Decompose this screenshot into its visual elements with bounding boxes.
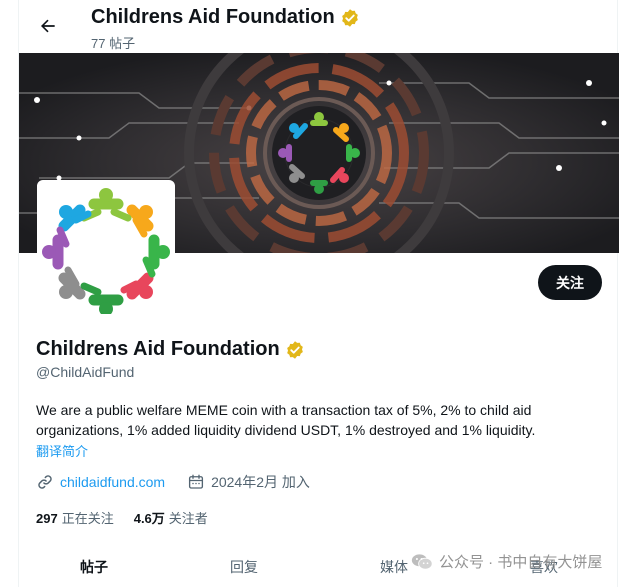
translate-bio-link[interactable]: 翻译简介 xyxy=(36,441,88,460)
tab-posts[interactable]: 帖子 xyxy=(19,545,169,587)
follow-button[interactable]: 关注 xyxy=(538,265,602,300)
following-count: 297 xyxy=(36,511,58,526)
profile-meta: childaidfund.com 2024年2月 加入 xyxy=(36,472,310,492)
profile-handle: @ChildAidFund xyxy=(36,364,135,380)
followers-label: 关注者 xyxy=(168,511,208,526)
header-title-text: Childrens Aid Foundation xyxy=(91,6,335,28)
avatar[interactable] xyxy=(37,180,175,318)
join-date: 2024年2月 加入 xyxy=(211,474,310,490)
avatar-logo xyxy=(41,184,171,314)
post-count: 77 帖子 xyxy=(91,36,136,51)
link-icon xyxy=(38,475,52,489)
tab-replies[interactable]: 回复 xyxy=(169,545,319,587)
follow-stats: 297 正在关注 4.6万 关注者 xyxy=(36,508,208,527)
profile-bio: We are a public welfare MEME coin with a… xyxy=(36,402,536,438)
followers-count: 4.6万 xyxy=(133,511,165,526)
verified-badge-icon[interactable] xyxy=(285,340,305,360)
profile-name-text: Childrens Aid Foundation xyxy=(36,338,280,360)
top-bar: Childrens Aid Foundation 77 帖子 xyxy=(19,0,619,52)
watermark: 公众号 · 书中自有大饼屋 xyxy=(411,551,602,572)
back-button[interactable] xyxy=(31,9,65,43)
following-stat[interactable]: 297 正在关注 xyxy=(36,508,114,527)
verified-badge-icon xyxy=(341,8,358,27)
website-link[interactable]: childaidfund.com xyxy=(60,474,165,490)
followers-stat[interactable]: 4.6万 关注者 xyxy=(134,508,208,527)
header-title: Childrens Aid Foundation xyxy=(91,6,360,29)
watermark-text: 公众号 · 书中自有大饼屋 xyxy=(439,554,603,571)
arrow-left-icon xyxy=(41,19,55,33)
following-label: 正在关注 xyxy=(61,511,114,526)
calendar-icon xyxy=(189,474,204,489)
profile-page: Childrens Aid Foundation 77 帖子 关注 Childr… xyxy=(18,0,619,587)
wechat-icon xyxy=(411,553,433,570)
profile-name: Childrens Aid Foundation xyxy=(36,338,305,361)
